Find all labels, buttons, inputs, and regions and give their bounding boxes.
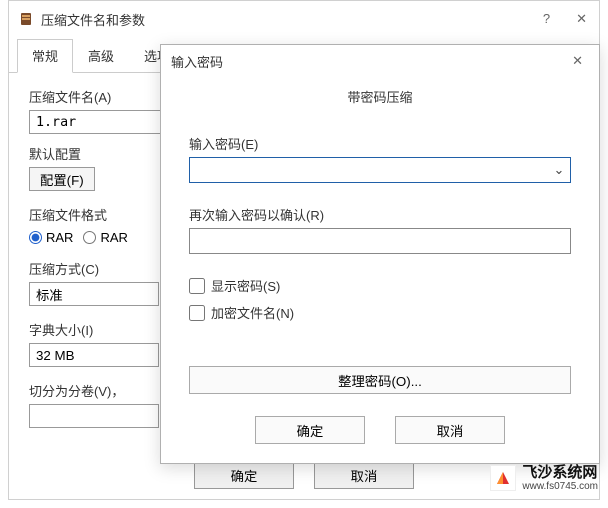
pwd-ok-button[interactable]: 确定 [255, 416, 365, 444]
pwd-titlebar: 输入密码 ✕ [161, 45, 599, 77]
password-confirm-input[interactable] [189, 228, 571, 254]
app-icon [17, 10, 35, 28]
watermark-name: 飞沙系统网 [522, 465, 598, 482]
password-dialog: 输入密码 ✕ 带密码压缩 输入密码(E) ⌄ 再次输入密码以确认(R) 显示密码… [160, 44, 600, 464]
show-password-checkbox[interactable]: 显示密码(S) [189, 276, 571, 295]
dict-select[interactable] [29, 343, 159, 367]
pwd-cancel-button[interactable]: 取消 [395, 416, 505, 444]
radio-rar-label: RAR [46, 230, 73, 245]
watermark-logo-icon [490, 465, 516, 491]
encrypt-names-input[interactable] [189, 305, 205, 321]
help-button[interactable]: ? [539, 7, 554, 31]
main-cancel-button[interactable]: 取消 [314, 461, 414, 489]
encrypt-names-label: 加密文件名(N) [211, 303, 294, 322]
organize-passwords-button[interactable]: 整理密码(O)... [189, 366, 571, 394]
reenter-password-label: 再次输入密码以确认(R) [189, 205, 571, 224]
radio-rar[interactable]: RAR [29, 230, 73, 245]
titlebar-buttons: ? ✕ [539, 7, 591, 31]
radio-rar4-input[interactable] [83, 231, 96, 244]
method-select[interactable] [29, 282, 159, 306]
enter-password-label: 输入密码(E) [189, 134, 571, 153]
main-title: 压缩文件名和参数 [41, 10, 539, 29]
main-titlebar: 压缩文件名和参数 ? ✕ [9, 1, 599, 37]
split-input[interactable] [29, 404, 159, 428]
tab-advanced[interactable]: 高级 [73, 39, 129, 72]
pwd-close-button[interactable]: ✕ [566, 51, 589, 71]
radio-rar-input[interactable] [29, 231, 42, 244]
chevron-down-icon[interactable]: ⌄ [548, 158, 570, 182]
pwd-title: 输入密码 [171, 52, 566, 71]
show-password-input[interactable] [189, 278, 205, 294]
config-button[interactable]: 配置(F) [29, 167, 95, 191]
main-ok-button[interactable]: 确定 [194, 461, 294, 489]
close-button[interactable]: ✕ [572, 7, 591, 31]
encrypt-names-checkbox[interactable]: 加密文件名(N) [189, 303, 571, 322]
radio-rar4-label: RAR [100, 230, 127, 245]
pwd-body: 输入密码(E) ⌄ 再次输入密码以确认(R) 显示密码(S) 加密文件名(N) … [161, 134, 599, 444]
watermark-url: www.fs0745.com [522, 481, 598, 492]
watermark: 飞沙系统网 www.fs0745.com [490, 465, 598, 493]
pwd-heading: 带密码压缩 [161, 87, 599, 106]
password-combo[interactable]: ⌄ [189, 157, 571, 183]
radio-rar4[interactable]: RAR [83, 230, 127, 245]
pwd-footer: 确定 取消 [189, 416, 571, 444]
show-password-label: 显示密码(S) [211, 276, 280, 295]
tab-general[interactable]: 常规 [17, 39, 73, 73]
